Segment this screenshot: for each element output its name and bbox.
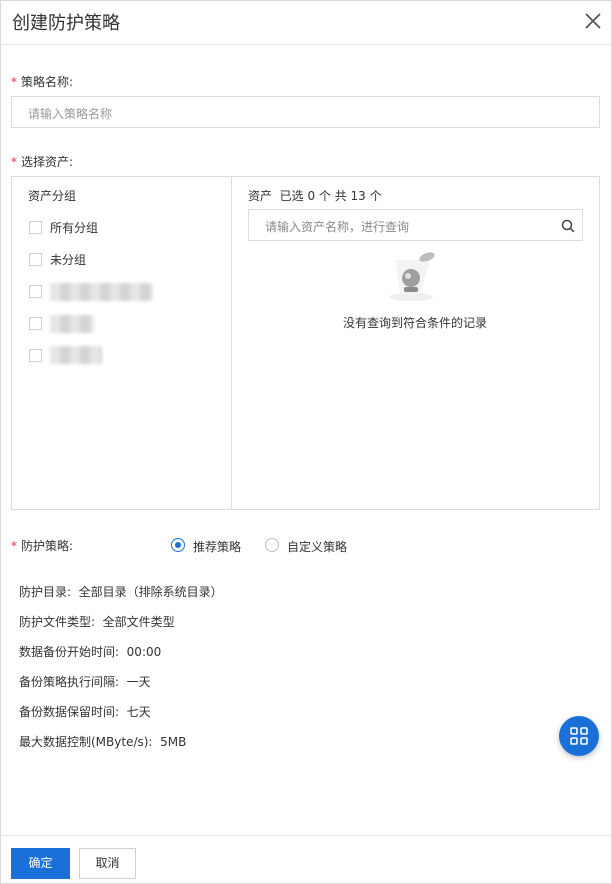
protection-policy-label: * 防护策略: [11,537,73,554]
radio-recommended[interactable] [171,538,185,552]
policy-name-label-text: 策略名称: [21,75,74,89]
detail-backup-interval: 备份策略执行间隔: 一天 [19,675,151,689]
close-icon[interactable] [582,10,604,32]
required-mark: * [11,539,17,553]
required-mark: * [11,155,17,169]
asset-count-title: 资产 已选 0 个 共 13 个 [248,189,382,203]
confirm-button[interactable]: 确定 [11,848,70,879]
detail-max-throughput: 最大数据控制(MByte/s): 5MB [19,735,187,749]
protection-policy-label-text: 防护策略: [21,539,74,553]
radio-custom-label[interactable]: 自定义策略 [287,538,347,555]
select-assets-label: * 选择资产: [11,153,73,170]
dialog-header: 创建防护策略 [0,0,612,45]
column-divider [231,177,232,509]
search-icon[interactable] [561,219,575,233]
empty-state-illustration [378,248,444,304]
select-assets-label-text: 选择资产: [21,155,74,169]
detail-file-types: 防护文件类型: 全部文件类型 [19,615,175,629]
detail-protect-directory: 防护目录: 全部目录（排除系统目录） [19,585,223,599]
grid-icon[interactable] [559,716,599,756]
detail-retention: 备份数据保留时间: 七天 [19,705,151,719]
group-checkbox-all[interactable] [29,221,42,234]
detail-backup-start-time: 数据备份开始时间: 00:00 [19,645,162,659]
redacted-group-name [50,315,94,333]
empty-state-text: 没有查询到符合条件的记录 [343,316,488,330]
radio-custom[interactable] [265,538,279,552]
redacted-group-name [50,346,102,364]
group-checkbox-ungrouped[interactable] [29,253,42,266]
required-mark: * [11,75,17,89]
redacted-group-name [50,283,153,301]
asset-search-input[interactable]: 请输入资产名称，进行查询 [248,209,583,241]
group-checkbox-redacted-1[interactable] [29,285,42,298]
group-label-ungrouped: 未分组 [50,253,87,267]
group-checkbox-redacted-3[interactable] [29,349,42,362]
asset-group-title: 资产分组 [28,189,77,203]
dialog-title: 创建防护策略 [12,13,120,34]
radio-recommended-label[interactable]: 推荐策略 [193,538,241,555]
asset-search-placeholder: 请输入资产名称，进行查询 [265,220,410,234]
policy-name-placeholder: 请输入策略名称 [28,107,113,121]
asset-selector: 资产分组 所有分组 未分组 资产 已选 0 个 共 13 个 请输入资产名称，进… [11,176,600,510]
policy-name-input[interactable]: 请输入策略名称 [11,96,600,128]
cancel-button[interactable]: 取消 [79,848,136,879]
policy-name-label: * 策略名称: [11,73,73,90]
group-checkbox-redacted-2[interactable] [29,317,42,330]
group-label-all: 所有分组 [50,221,99,235]
